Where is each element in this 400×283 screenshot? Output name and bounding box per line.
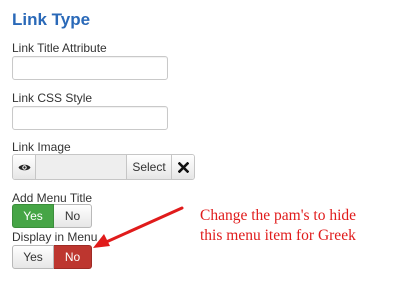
annotation-line-1: Change the pam's to hide <box>200 207 357 224</box>
annotation-line-2: this menu item for Greek <box>200 227 356 244</box>
display-in-menu-label: Display in Menu <box>12 230 98 244</box>
annotation-arrow-icon <box>93 206 184 248</box>
clear-image-button[interactable] <box>172 155 194 179</box>
link-title-label: Link Title Attribute <box>12 41 107 55</box>
image-path-input[interactable] <box>36 155 127 179</box>
image-preview-button[interactable] <box>13 155 36 179</box>
add-menu-title-label: Add Menu Title <box>12 191 93 205</box>
select-image-button[interactable]: Select <box>127 155 172 179</box>
add-menu-title-no-button[interactable]: No <box>54 204 92 228</box>
display-in-menu-no-button[interactable]: No <box>54 245 92 269</box>
add-menu-title-yes-button[interactable]: Yes <box>12 204 54 228</box>
display-in-menu-toggle: Yes No <box>12 245 92 269</box>
eye-icon <box>18 164 30 170</box>
x-icon <box>177 161 189 173</box>
link-title-input[interactable] <box>12 56 168 80</box>
link-image-label: Link Image <box>12 140 71 154</box>
link-css-label: Link CSS Style <box>12 91 93 105</box>
section-title: Link Type <box>12 10 91 29</box>
display-in-menu-yes-button[interactable]: Yes <box>12 245 54 269</box>
link-css-input[interactable] <box>12 106 168 130</box>
annotation-note: Change the pam's to hide this menu item … <box>200 206 356 246</box>
link-image-field: Select <box>12 154 195 180</box>
add-menu-title-toggle: Yes No <box>12 204 92 228</box>
